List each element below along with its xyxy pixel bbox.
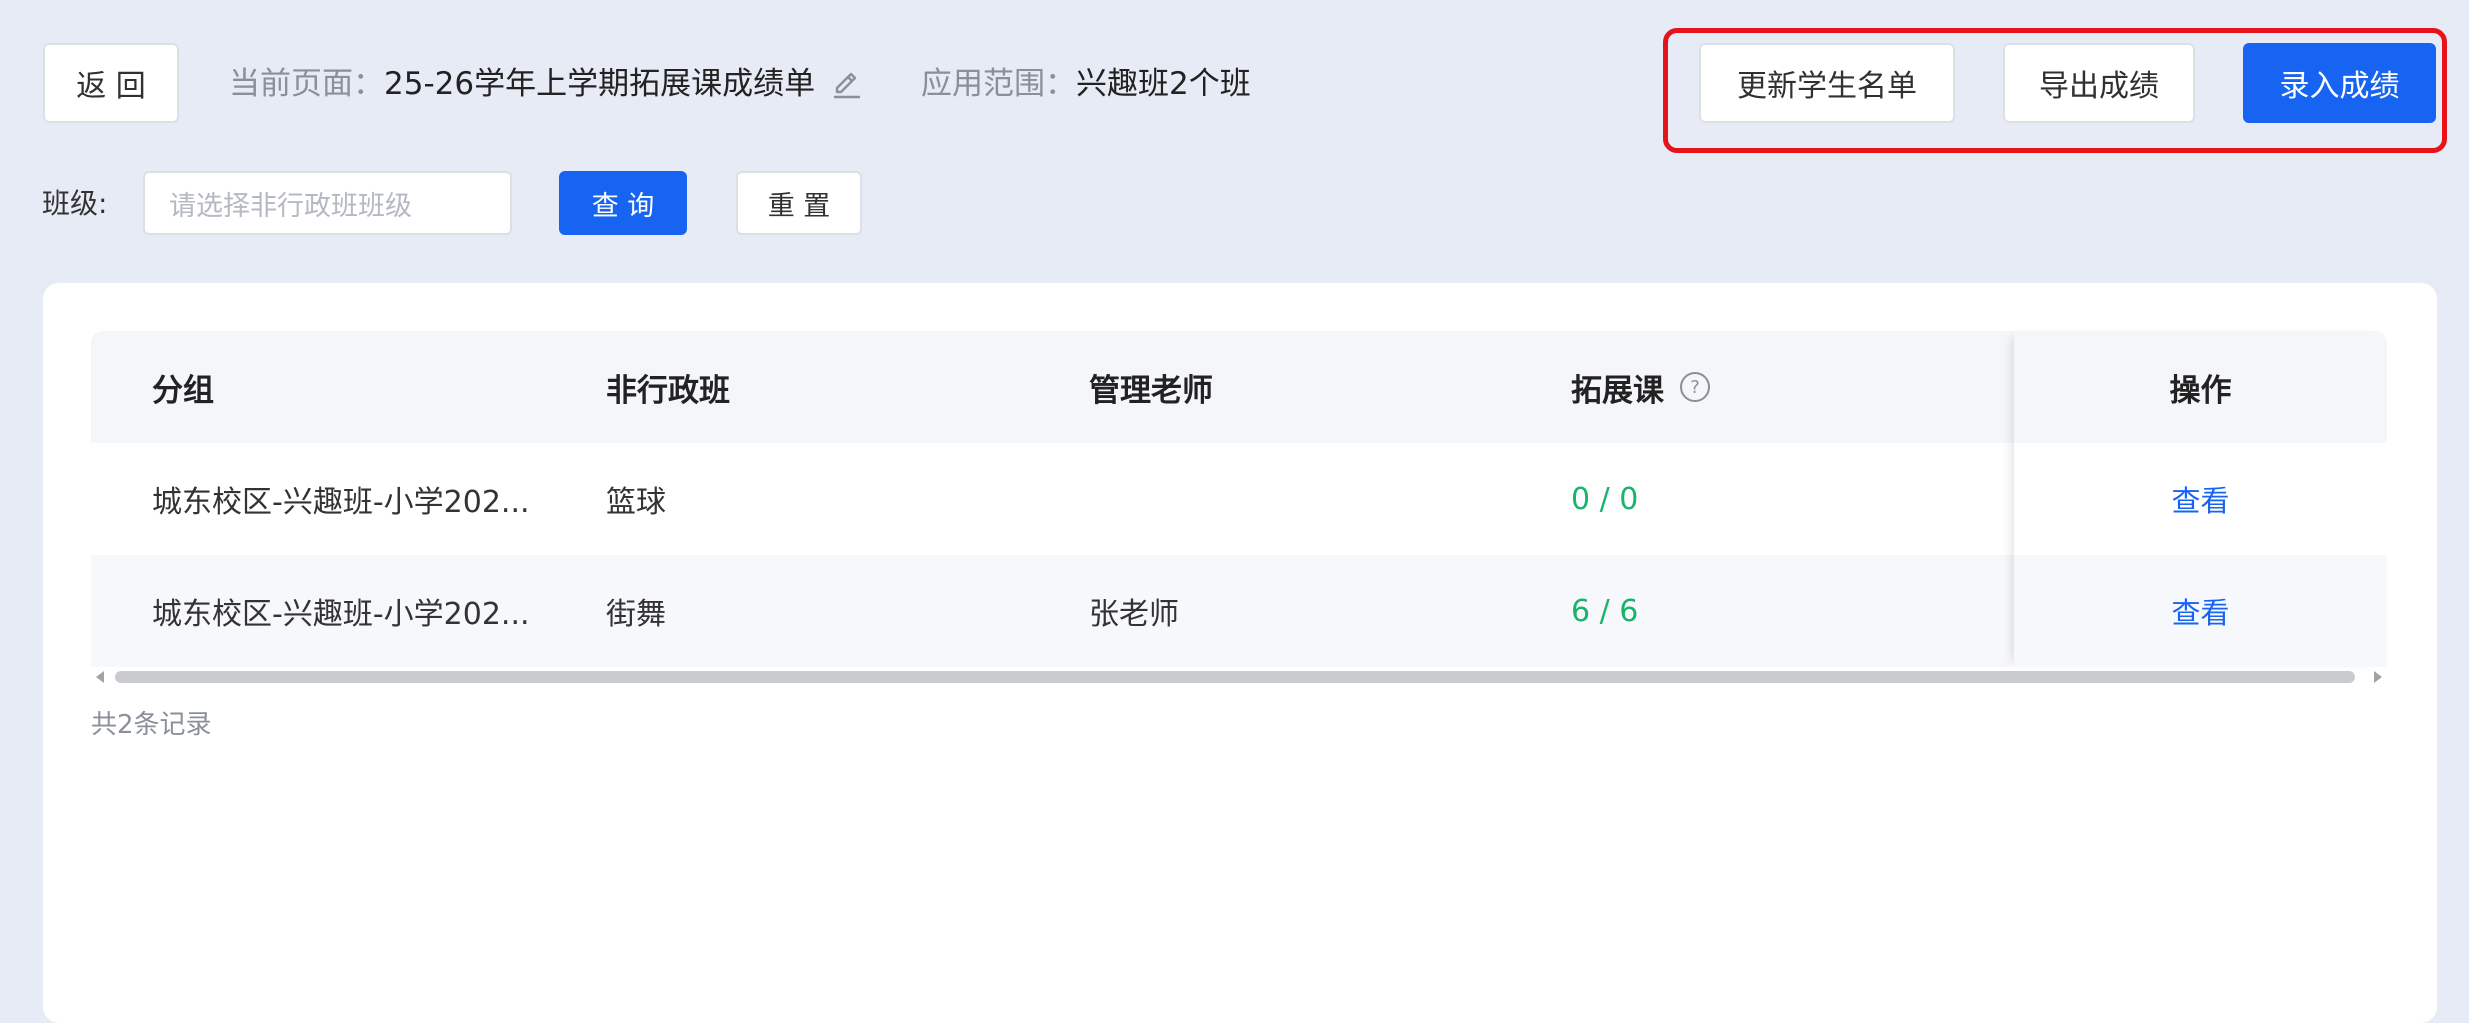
current-page-label: 当前页面： bbox=[229, 66, 384, 102]
cell-course-progress: 6 / 6 bbox=[1571, 593, 1639, 629]
current-page-breadcrumb: 当前页面： 25-26学年上学期拓展课成绩单 bbox=[229, 59, 863, 109]
class-select-placeholder: 请选择非行政班班级 bbox=[169, 190, 412, 222]
column-header-course-label: 拓展课 bbox=[1571, 372, 1664, 409]
cell-class: 篮球 bbox=[606, 485, 666, 520]
cell-group: 城东校区-兴趣班-小学202... bbox=[152, 597, 530, 632]
fixed-action-column: 操作 查看 查看 bbox=[2014, 331, 2387, 667]
scroll-right-icon[interactable] bbox=[2374, 671, 2382, 683]
cell-course-progress: 0 / 0 bbox=[1571, 481, 1639, 517]
column-header-teacher: 管理老师 bbox=[1089, 372, 1213, 409]
current-page-title: 25-26学年上学期拓展课成绩单 bbox=[384, 66, 816, 102]
column-header-class: 非行政班 bbox=[606, 372, 730, 409]
scrollbar-thumb[interactable] bbox=[115, 671, 2355, 683]
scope-info: 应用范围： 兴趣班2个班 bbox=[921, 59, 1251, 109]
query-button[interactable]: 查 询 bbox=[559, 171, 687, 235]
column-header-action: 操作 bbox=[2014, 331, 2387, 443]
update-roster-button[interactable]: 更新学生名单 bbox=[1699, 43, 1955, 123]
total-records: 共2条记录 bbox=[91, 710, 212, 740]
enter-scores-button[interactable]: 录入成绩 bbox=[2243, 43, 2436, 123]
class-select[interactable]: 请选择非行政班班级 bbox=[143, 171, 512, 235]
edit-icon[interactable] bbox=[831, 68, 863, 100]
reset-button[interactable]: 重 置 bbox=[736, 171, 862, 235]
cell-group: 城东校区-兴趣班-小学202... bbox=[152, 485, 530, 520]
scroll-left-icon[interactable] bbox=[96, 671, 104, 683]
cell-teacher: 张老师 bbox=[1089, 597, 1179, 632]
class-filter-label: 班级: bbox=[42, 187, 108, 220]
action-cell: 查看 bbox=[2014, 443, 2387, 555]
cell-class: 街舞 bbox=[606, 597, 666, 632]
export-scores-button[interactable]: 导出成绩 bbox=[2003, 43, 2195, 123]
scope-label: 应用范围： bbox=[921, 66, 1076, 102]
column-header-course: 拓展课 ? bbox=[1571, 331, 1710, 443]
help-icon[interactable]: ? bbox=[1680, 372, 1710, 402]
back-button[interactable]: 返 回 bbox=[43, 43, 179, 123]
view-link[interactable]: 查看 bbox=[2171, 590, 2229, 632]
view-link[interactable]: 查看 bbox=[2171, 478, 2229, 520]
scope-value: 兴趣班2个班 bbox=[1076, 66, 1251, 102]
column-header-group: 分组 bbox=[152, 372, 214, 409]
horizontal-scrollbar[interactable] bbox=[91, 668, 2387, 686]
action-cell: 查看 bbox=[2014, 555, 2387, 667]
